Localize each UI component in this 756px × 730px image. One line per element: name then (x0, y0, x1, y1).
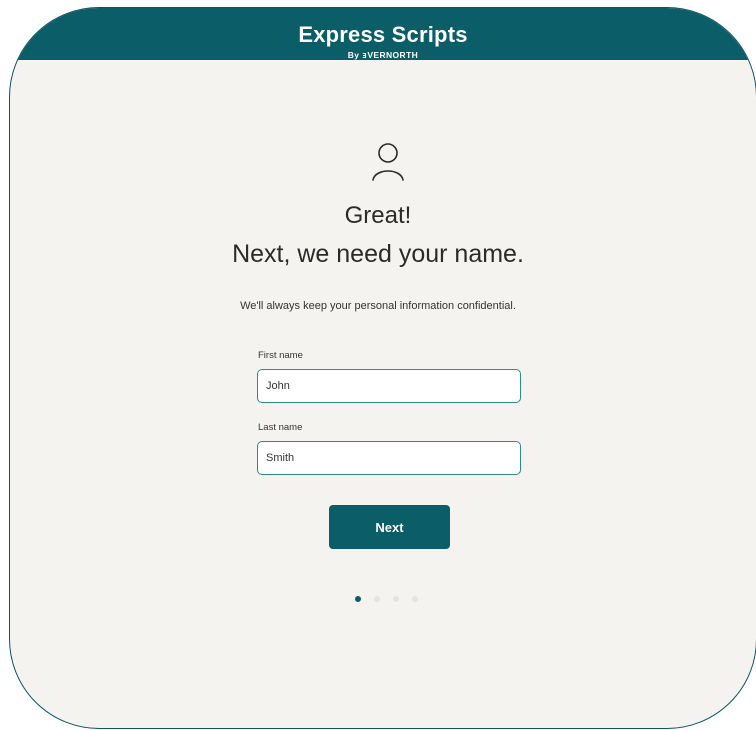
step-dot-2 (374, 596, 380, 602)
first-name-field[interactable] (257, 369, 521, 403)
step-dot-3 (393, 596, 399, 602)
first-name-label: First name (258, 350, 303, 361)
user-icon (372, 143, 404, 181)
confidentiality-note: We'll always keep your personal informat… (240, 300, 516, 312)
step-dot-1 (355, 596, 361, 602)
brand-logo-title: Express Scripts (298, 22, 468, 47)
last-name-field[interactable] (257, 441, 521, 475)
page-heading-line2: Next, we need your name. (232, 240, 524, 268)
brand-header: Express Scripts By ⱻVERNORTH (10, 8, 756, 60)
page-heading-line1: Great! (344, 202, 412, 229)
step-indicator (355, 596, 418, 602)
step-dot-4 (412, 596, 418, 602)
last-name-label: Last name (258, 422, 303, 433)
next-button[interactable]: Next (329, 505, 450, 549)
brand-logo-subtitle: By ⱻVERNORTH (347, 50, 419, 60)
app-frame: Express Scripts By ⱻVERNORTH (9, 7, 756, 729)
